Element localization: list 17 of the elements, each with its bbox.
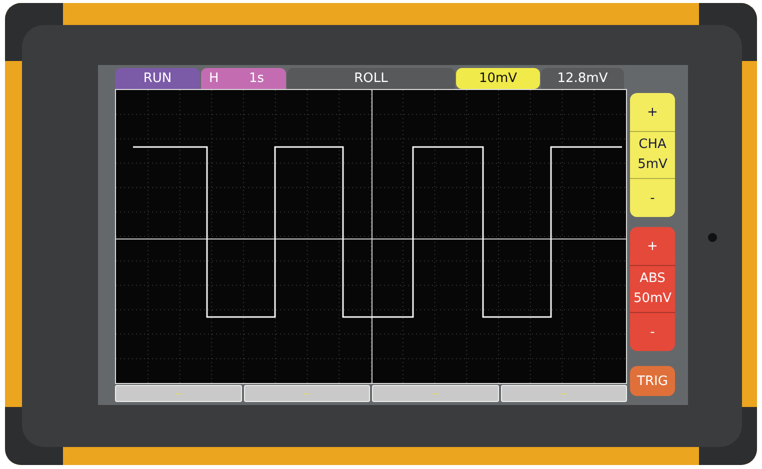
channel-label: CHA [638, 136, 666, 154]
status-tab[interactable]: RUN [115, 68, 200, 89]
status-tab[interactable]: 10mV [456, 68, 540, 89]
status-tab[interactable]: ROLL [287, 68, 455, 89]
status-tab[interactable]: 12.8mV [541, 68, 624, 89]
camera-lens [708, 233, 717, 242]
channel-label: ABS [640, 270, 666, 288]
timebase-value: 1s [248, 71, 264, 86]
decrease-button[interactable]: - [630, 179, 675, 217]
channel-value: 5mV [638, 156, 668, 174]
increase-button[interactable]: + [630, 227, 675, 265]
increase-button[interactable]: + [630, 93, 675, 131]
channel-value: 50mV [633, 290, 672, 308]
decrease-button[interactable]: - [630, 313, 675, 351]
timebase-tab[interactable]: H 1s [201, 68, 286, 89]
timebase-label: H [209, 71, 219, 86]
trigger-button[interactable]: TRIG [630, 366, 675, 396]
